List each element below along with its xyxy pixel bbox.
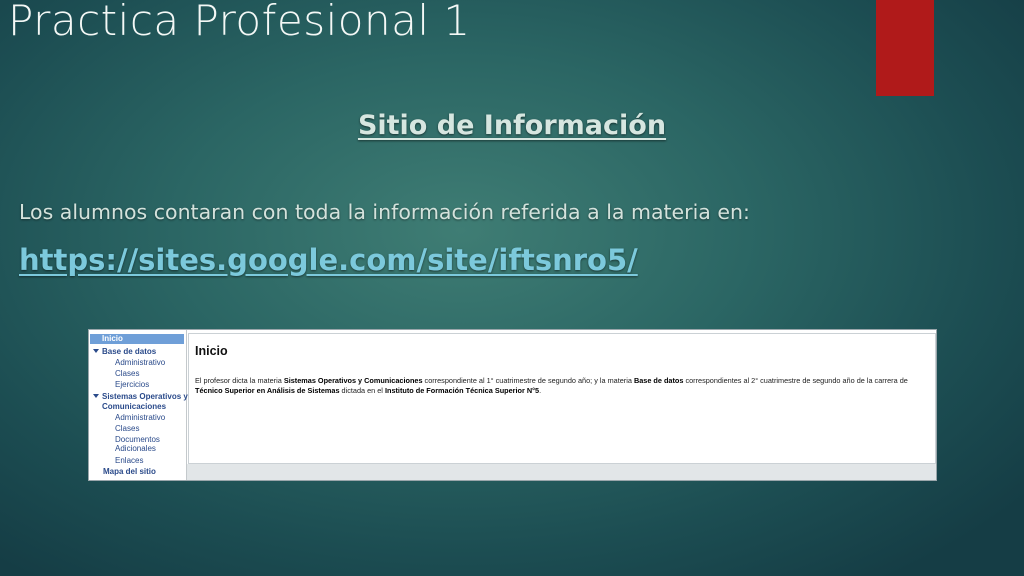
site-link[interactable]: https://sites.google.com/site/iftsnro5/ bbox=[19, 243, 638, 277]
sidebar-item-label: Sistemas Operativos y bbox=[102, 392, 188, 401]
site-content: Inicio El profesor dicta la materia Sist… bbox=[187, 330, 936, 480]
body-text: . bbox=[539, 385, 542, 395]
sidebar-item-enlaces[interactable]: Enlaces bbox=[115, 456, 143, 466]
sidebar-item-mapa-sitio[interactable]: Mapa del sitio bbox=[103, 467, 156, 477]
body-bold: Técnico Superior en Análisis de Sistemas bbox=[195, 385, 340, 395]
body-text: correspondiente al 1° cuatrimestre de se… bbox=[422, 376, 634, 385]
page-body-text: El profesor dicta la materia Sistemas Op… bbox=[195, 376, 935, 395]
slide-title: Practica Profesional 1 bbox=[8, 0, 471, 45]
content-frame: Inicio El profesor dicta la materia Sist… bbox=[188, 333, 936, 464]
site-screenshot: Inicio Base de datos Administrativo Clas… bbox=[88, 329, 937, 481]
sidebar-item-so-clases[interactable]: Clases bbox=[115, 424, 139, 434]
sidebar-item-bd-administrativo[interactable]: Administrativo bbox=[115, 358, 165, 368]
body-text: correspondientes al 2° cuatrimestre de s… bbox=[683, 376, 908, 385]
body-bold: Sistemas Operativos y Comunicaciones bbox=[283, 376, 423, 385]
expand-triangle-icon bbox=[93, 394, 99, 398]
sidebar-item-so-administrativo[interactable]: Administrativo bbox=[115, 413, 165, 423]
sidebar-item-bd-clases[interactable]: Clases bbox=[115, 369, 139, 379]
sidebar-item-label: Base de datos bbox=[102, 347, 157, 356]
sidebar-item-label-cont: Comunicaciones bbox=[102, 402, 167, 411]
section-subtitle: Sitio de Información bbox=[357, 110, 667, 141]
red-accent-tab bbox=[876, 0, 934, 96]
body-bold: Instituto de Formación Técnica Superior … bbox=[384, 385, 540, 395]
expand-triangle-icon bbox=[93, 349, 99, 353]
body-text: dictada en el bbox=[339, 385, 385, 395]
sidebar-item-label-cont: Adicionales bbox=[115, 444, 156, 453]
body-bold: Base de datos bbox=[633, 376, 684, 385]
description-text: Los alumnos contaran con toda la informa… bbox=[19, 200, 750, 224]
content-footer-bar bbox=[187, 464, 936, 480]
sidebar-item-base-datos[interactable]: Base de datos bbox=[93, 347, 156, 357]
sidebar-item-bd-ejercicios[interactable]: Ejercicios bbox=[115, 380, 149, 390]
sidebar-item-inicio[interactable]: Inicio bbox=[90, 334, 184, 344]
page-heading: Inicio bbox=[195, 344, 228, 358]
body-text: El profesor dicta la materia bbox=[195, 376, 284, 385]
site-sidebar: Inicio Base de datos Administrativo Clas… bbox=[89, 330, 188, 480]
sidebar-item-sistemas-operativos[interactable]: Sistemas Operativos y bbox=[93, 392, 188, 402]
